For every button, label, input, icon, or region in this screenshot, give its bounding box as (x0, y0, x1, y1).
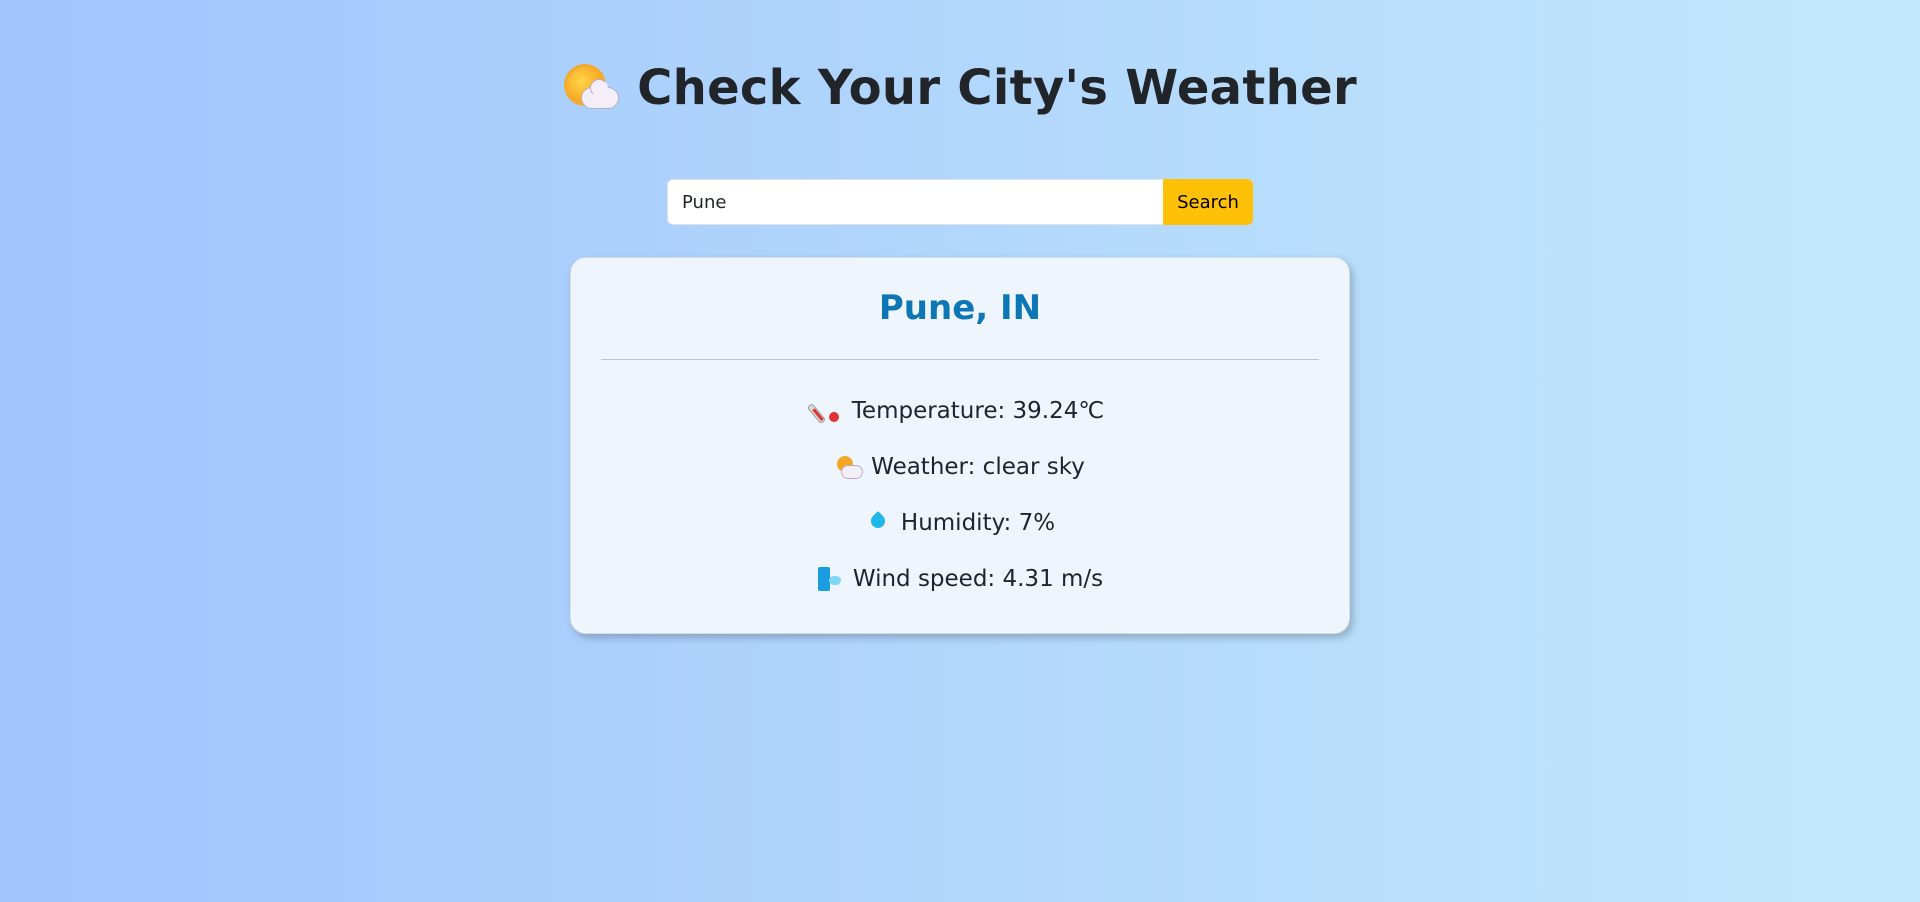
cloud-shape (581, 79, 620, 109)
page-title-wrapper: Check Your City's Weather (563, 60, 1357, 116)
wind-face-icon (817, 566, 843, 592)
sun-behind-cloud-icon (835, 454, 864, 480)
search-button[interactable]: Search (1163, 179, 1253, 225)
sun-behind-cloud-icon (563, 63, 620, 113)
wind-speed-text: Wind speed: 4.31 m/s (852, 566, 1104, 592)
weather-result-card: Pune, IN Temperature: 39.24℃ Weather: cl… (570, 257, 1350, 634)
thermometer-icon (806, 398, 842, 425)
temperature-text: Temperature: 39.24℃ (851, 398, 1105, 424)
droplet-icon (865, 510, 891, 536)
city-search-input[interactable] (667, 179, 1163, 225)
weather-row: Weather: clear sky (571, 450, 1349, 484)
humidity-text: Humidity: 7% (900, 510, 1056, 536)
weather-text: Weather: clear sky (871, 454, 1085, 480)
temperature-row: Temperature: 39.24℃ (571, 394, 1349, 428)
wind-speed-row: Wind speed: 4.31 m/s (571, 562, 1349, 596)
page-title: Check Your City's Weather (637, 60, 1357, 116)
city-name: Pune, IN (878, 288, 1042, 328)
page-header: Check Your City's Weather (0, 60, 1920, 117)
humidity-row: Humidity: 7% (571, 506, 1349, 540)
divider (601, 359, 1319, 360)
search-bar: Search (667, 179, 1253, 225)
